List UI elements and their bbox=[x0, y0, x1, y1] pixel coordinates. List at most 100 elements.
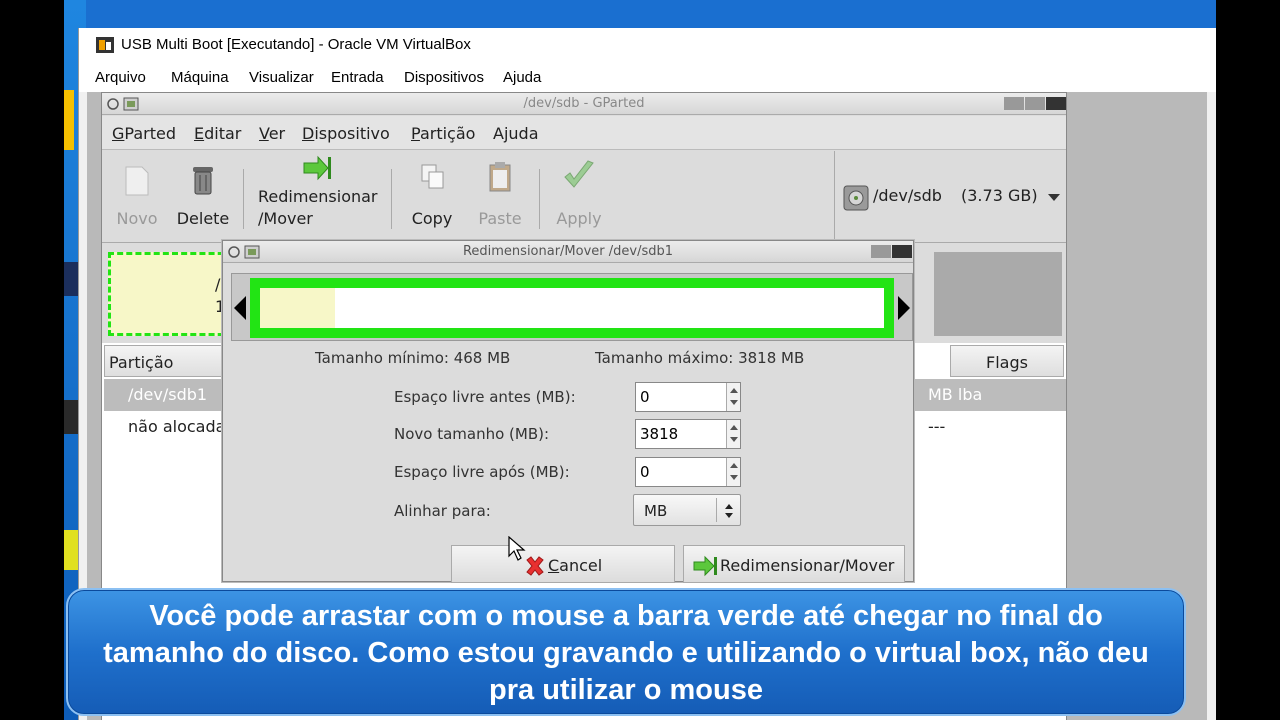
dialog-titlebar: Redimensionar/Mover /dev/sdb1 bbox=[223, 241, 913, 263]
copy-label: Copy bbox=[411, 209, 453, 228]
new-button[interactable]: Novo bbox=[112, 151, 162, 243]
vbox-menu-entrada[interactable]: Entrada bbox=[331, 69, 384, 86]
align-combobox[interactable]: MB bbox=[633, 494, 741, 526]
free-before-spinbox[interactable]: 0 bbox=[635, 382, 741, 412]
chevron-down-icon bbox=[1048, 194, 1060, 201]
device-selector[interactable]: /dev/sdb (3.73 GB) bbox=[834, 151, 1068, 243]
spin-down-icon[interactable] bbox=[730, 475, 738, 480]
new-document-icon bbox=[125, 166, 149, 196]
partition-bar-inner bbox=[260, 288, 884, 328]
free-after-label: Espaço livre após (MB): bbox=[394, 463, 570, 481]
gp-menu-dispositivo[interactable]: Dispositivo bbox=[302, 124, 390, 143]
free-before-value: 0 bbox=[640, 388, 650, 406]
disk-icon bbox=[843, 185, 869, 211]
column-header-partition[interactable]: Partição bbox=[104, 345, 236, 377]
paste-button[interactable]: Paste bbox=[470, 151, 530, 243]
clipboard-icon bbox=[489, 162, 511, 192]
partition-cell: /dev/sdb1 bbox=[128, 385, 208, 404]
apply-label: Apply bbox=[556, 209, 602, 228]
dialog-title: Redimensionar/Mover /dev/sdb1 bbox=[462, 244, 674, 259]
toolbar-separator bbox=[243, 169, 244, 229]
gp-menu-gparted[interactable]: GParted bbox=[112, 124, 176, 143]
vbox-menu-maquina[interactable]: Máquina bbox=[171, 69, 229, 86]
vbox-menu-ajuda[interactable]: Ajuda bbox=[503, 69, 541, 86]
gp-menu-editar[interactable]: Editar bbox=[194, 124, 241, 143]
delete-button[interactable]: Delete bbox=[174, 151, 232, 243]
new-size-label: Novo tamanho (MB): bbox=[394, 425, 550, 443]
subtitle-caption: Você pode arrastar com o mouse a barra v… bbox=[66, 588, 1186, 716]
letterbox-right bbox=[1216, 0, 1280, 720]
new-size-value: 3818 bbox=[640, 425, 679, 443]
trash-icon bbox=[193, 167, 213, 195]
gp-menu-particao[interactable]: Partição bbox=[411, 124, 475, 143]
resize-move-confirm-button[interactable]: Redimensionar/Mover bbox=[683, 545, 905, 583]
resize-move-dialog: Redimensionar/Mover /dev/sdb1 Tamanho mí… bbox=[222, 240, 914, 583]
align-label: Alinhar para: bbox=[394, 502, 491, 520]
vbox-menu-visualizar[interactable]: Visualizar bbox=[249, 69, 314, 86]
new-label: Novo bbox=[116, 209, 158, 228]
device-size: (3.73 GB) bbox=[961, 186, 1038, 205]
spin-down-icon[interactable] bbox=[730, 400, 738, 405]
spin-down-icon[interactable] bbox=[730, 437, 738, 442]
minimize-button[interactable] bbox=[1004, 97, 1024, 110]
vbox-menubar: Arquivo Máquina Visualizar Entrada Dispo… bbox=[79, 64, 1216, 92]
vbox-titlebar: USB Multi Boot [Executando] - Oracle VM … bbox=[79, 28, 1216, 64]
device-name: /dev/sdb bbox=[873, 186, 942, 205]
spin-up-icon[interactable] bbox=[730, 463, 738, 468]
resize-label-2: /Mover bbox=[258, 209, 313, 228]
gp-menu-ver[interactable]: Ver bbox=[259, 124, 285, 143]
free-after-value: 0 bbox=[640, 463, 650, 481]
updown-chevron-icon bbox=[725, 504, 733, 518]
close-button[interactable] bbox=[892, 245, 912, 258]
align-value: MB bbox=[644, 502, 668, 520]
new-size-spinbox[interactable]: 3818 bbox=[635, 419, 741, 449]
copy-icon bbox=[421, 164, 444, 189]
gparted-titlebar: /dev/sdb - GParted bbox=[102, 93, 1066, 115]
min-size-label: Tamanho mínimo: 468 MB bbox=[315, 349, 511, 367]
partition-cell: não alocada bbox=[128, 417, 226, 436]
vbox-app-icon bbox=[96, 37, 114, 53]
toolbar-separator bbox=[391, 169, 392, 229]
spin-up-icon[interactable] bbox=[730, 388, 738, 393]
desktop-icon[interactable] bbox=[64, 90, 74, 150]
cancel-button[interactable]: Cancel bbox=[451, 545, 675, 583]
free-after-spinbox[interactable]: 0 bbox=[635, 457, 741, 487]
resize-arrow-icon bbox=[693, 555, 717, 577]
flags-cell: --- bbox=[928, 417, 946, 436]
max-size-label: Tamanho máximo: 3818 MB bbox=[595, 349, 805, 367]
maximize-button[interactable] bbox=[1025, 97, 1045, 110]
copy-button[interactable]: Copy bbox=[402, 151, 462, 243]
resize-handle-left-icon[interactable] bbox=[234, 296, 246, 320]
gparted-toolbar: Novo Delete Redimensionar /Mover Copy Pa… bbox=[102, 151, 1066, 243]
resize-handle-right-icon[interactable] bbox=[898, 296, 910, 320]
vbox-menu-dispositivos[interactable]: Dispositivos bbox=[404, 69, 484, 86]
column-header-flags[interactable]: Flags bbox=[950, 345, 1064, 377]
gp-menu-ajuda[interactable]: Ajuda bbox=[493, 124, 539, 143]
checkmark-icon bbox=[564, 160, 594, 188]
vbox-menu-arquivo[interactable]: Arquivo bbox=[95, 69, 146, 86]
subtitle-text: Você pode arrastar com o mouse a barra v… bbox=[103, 600, 1149, 706]
minimize-button[interactable] bbox=[871, 245, 891, 258]
spin-buttons[interactable] bbox=[726, 383, 740, 411]
resize-label-1: Redimensionar bbox=[258, 187, 378, 206]
combo-separator bbox=[716, 498, 717, 522]
paste-label: Paste bbox=[478, 209, 522, 228]
spin-up-icon[interactable] bbox=[730, 425, 738, 430]
cancel-x-icon bbox=[526, 556, 544, 576]
resize-move-button[interactable]: Redimensionar /Mover bbox=[252, 151, 388, 243]
delete-label: Delete bbox=[176, 209, 230, 228]
toolbar-separator bbox=[539, 169, 540, 229]
partition-green-bar[interactable] bbox=[250, 278, 894, 338]
partition-map-unallocated[interactable] bbox=[934, 252, 1062, 336]
spin-buttons[interactable] bbox=[726, 458, 740, 486]
resize-arrow-icon bbox=[303, 155, 331, 181]
spin-buttons[interactable] bbox=[726, 420, 740, 448]
vbox-title: USB Multi Boot [Executando] - Oracle VM … bbox=[121, 36, 471, 53]
close-button[interactable] bbox=[1046, 97, 1066, 110]
resize-visual bbox=[231, 273, 913, 341]
apply-button[interactable]: Apply bbox=[548, 151, 610, 243]
screen: USB Multi Boot [Executando] - Oracle VM … bbox=[0, 0, 1280, 720]
gparted-title: /dev/sdb - GParted bbox=[523, 96, 645, 111]
gparted-menubar: GParted Editar Ver Dispositivo Partição … bbox=[102, 116, 1066, 150]
free-before-label: Espaço livre antes (MB): bbox=[394, 388, 576, 406]
